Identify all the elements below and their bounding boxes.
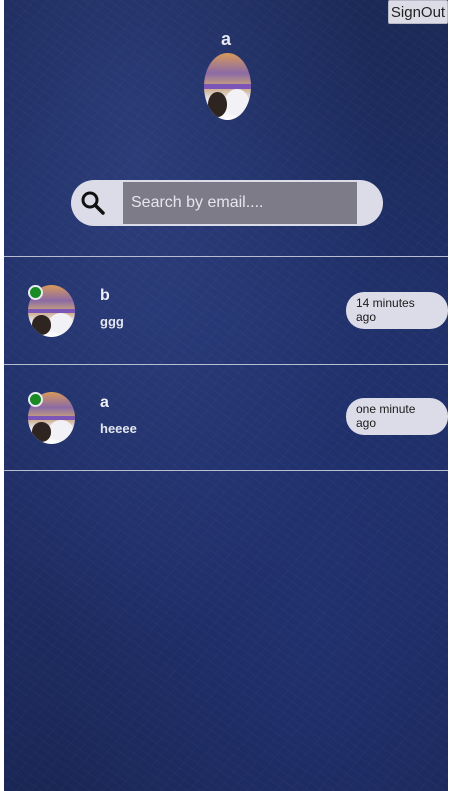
search-bar (71, 180, 383, 226)
chat-app: SignOut a b ggg 14 minutes ago a (4, 0, 448, 791)
conversation-row[interactable]: a heeee one minute ago (4, 365, 448, 470)
avatar-shape (224, 89, 250, 116)
current-user-avatar[interactable] (204, 53, 251, 120)
online-status-icon (28, 285, 43, 300)
avatar-face (31, 422, 52, 442)
search-icon[interactable] (79, 189, 107, 217)
last-message: heeee (100, 421, 137, 436)
avatar-face (207, 91, 228, 118)
timestamp-badge: one minute ago (346, 398, 448, 435)
avatar-banner (28, 415, 75, 421)
avatar-banner (204, 83, 251, 90)
avatar-shape (48, 313, 74, 334)
list-divider-bottom (4, 470, 448, 471)
current-user-name: a (220, 29, 231, 49)
timestamp-badge: 14 minutes ago (346, 292, 448, 329)
list-divider-top (4, 256, 448, 257)
conversation-row[interactable]: b ggg 14 minutes ago (4, 258, 448, 363)
online-status-icon (28, 392, 43, 407)
contact-name: b (100, 287, 110, 304)
avatar-face (31, 315, 52, 335)
search-input[interactable] (123, 182, 357, 224)
last-message: ggg (100, 314, 124, 329)
avatar-banner (28, 308, 75, 314)
avatar-shape (48, 420, 74, 441)
signout-button[interactable]: SignOut (388, 0, 448, 24)
contact-name: a (100, 394, 109, 411)
